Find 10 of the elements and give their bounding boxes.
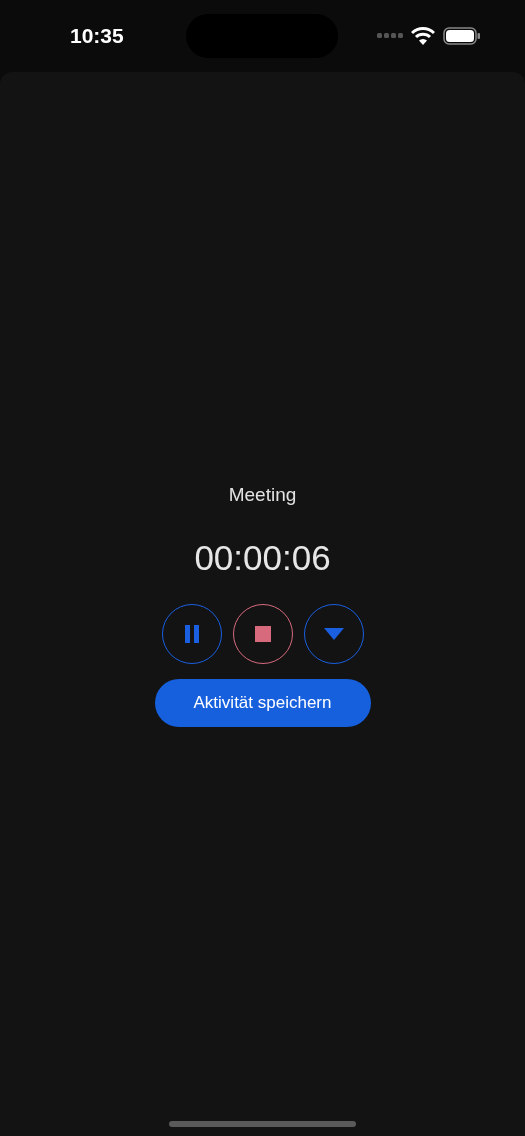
stop-icon (254, 626, 271, 642)
wifi-icon (411, 27, 435, 45)
signal-icon (377, 33, 403, 39)
activity-title: Meeting (228, 483, 297, 507)
elapsed-timer: 00:00:06 (194, 536, 331, 579)
status-time: 10:35 (70, 23, 124, 50)
battery-icon (443, 27, 481, 45)
pause-icon (183, 625, 200, 643)
save-activity-button[interactable]: Aktivität speichern (154, 679, 371, 727)
caret-down-icon (323, 628, 344, 640)
